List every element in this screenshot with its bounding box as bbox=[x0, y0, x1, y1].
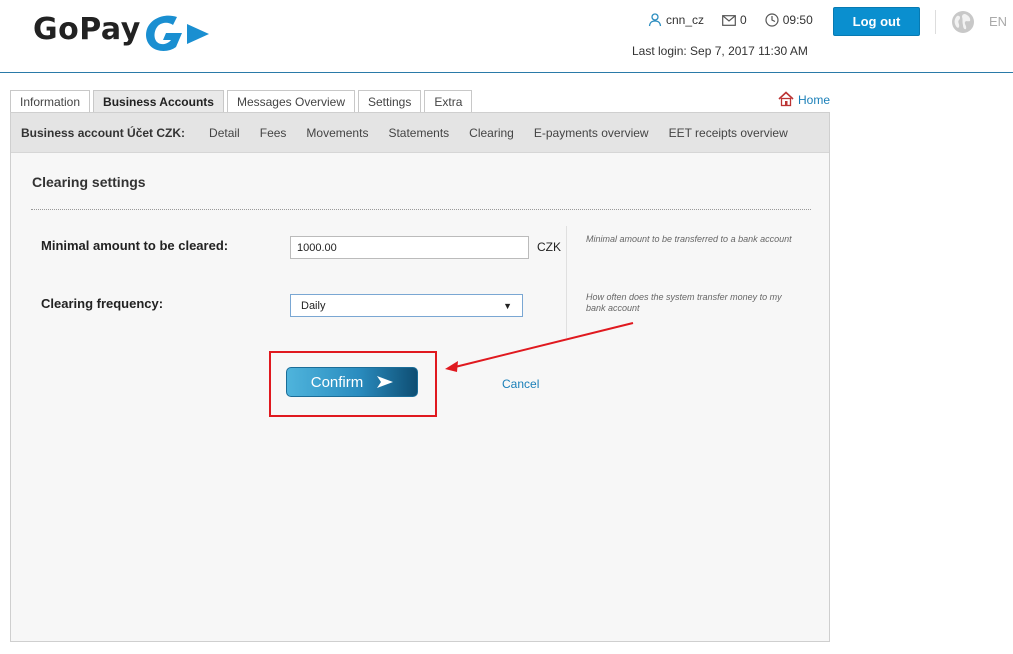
subnav-clearing[interactable]: Clearing bbox=[469, 126, 514, 140]
min-amount-help: Minimal amount to be transferred to a ba… bbox=[586, 234, 792, 244]
logo-text: GoPay bbox=[33, 12, 141, 47]
main-tabs: Information Business Accounts Messages O… bbox=[10, 90, 475, 113]
account-subnav: Business account Účet CZK: Detail Fees M… bbox=[11, 113, 829, 153]
frequency-value: Daily bbox=[301, 299, 326, 312]
home-link[interactable]: Home bbox=[778, 91, 830, 107]
globe-icon[interactable] bbox=[951, 10, 975, 34]
section-title: Clearing settings bbox=[32, 174, 146, 190]
currency-unit: CZK bbox=[537, 240, 561, 254]
cancel-link[interactable]: Cancel bbox=[502, 377, 539, 391]
messages-count: 0 bbox=[740, 13, 747, 27]
section-divider bbox=[31, 209, 811, 210]
last-login: Last login: Sep 7, 2017 11:30 AM bbox=[632, 44, 808, 58]
header: GoPay cnn_cz 0 09:50 Last login: Sep 7, … bbox=[0, 0, 1013, 73]
subnav-detail[interactable]: Detail bbox=[209, 126, 240, 140]
home-label: Home bbox=[798, 93, 831, 107]
tab-business-accounts[interactable]: Business Accounts bbox=[93, 90, 224, 113]
tab-settings[interactable]: Settings bbox=[358, 90, 422, 113]
content-panel: Business account Účet CZK: Detail Fees M… bbox=[10, 112, 830, 642]
logout-button[interactable]: Log out bbox=[833, 7, 920, 36]
help-column-divider bbox=[566, 226, 567, 338]
clock-icon bbox=[765, 13, 779, 27]
min-amount-label: Minimal amount to be cleared: bbox=[41, 238, 229, 253]
session-time: 09:50 bbox=[782, 13, 813, 27]
messages-item[interactable]: 0 bbox=[722, 13, 747, 27]
user-item[interactable]: cnn_cz bbox=[648, 13, 704, 27]
subnav-fees[interactable]: Fees bbox=[260, 126, 287, 140]
tab-messages-overview[interactable]: Messages Overview bbox=[226, 90, 355, 113]
annotation-highlight-box bbox=[269, 351, 437, 417]
account-label: Business account Účet CZK: bbox=[21, 125, 186, 140]
gopay-logo[interactable]: GoPay bbox=[33, 12, 141, 47]
home-icon bbox=[778, 91, 794, 107]
envelope-icon bbox=[722, 14, 736, 26]
subnav-movements[interactable]: Movements bbox=[306, 126, 368, 140]
gopay-g-logo-icon bbox=[146, 15, 209, 51]
user-icon bbox=[648, 13, 662, 27]
tab-extra[interactable]: Extra bbox=[424, 90, 473, 113]
tab-information[interactable]: Information bbox=[10, 90, 91, 113]
min-amount-input[interactable]: 1000.00 bbox=[290, 236, 529, 259]
user-bar: cnn_cz 0 09:50 bbox=[648, 13, 831, 27]
clock-item: 09:50 bbox=[765, 13, 813, 27]
subnav-eet-receipts-overview[interactable]: EET receipts overview bbox=[669, 126, 788, 140]
frequency-help: How often does the system transfer money… bbox=[586, 292, 782, 313]
language-selector[interactable]: EN bbox=[989, 14, 1007, 29]
frequency-label: Clearing frequency: bbox=[41, 296, 164, 311]
header-divider bbox=[935, 10, 936, 34]
subnav-statements[interactable]: Statements bbox=[388, 126, 449, 140]
dropdown-arrow-icon: ▼ bbox=[503, 300, 512, 311]
username: cnn_cz bbox=[666, 13, 705, 27]
frequency-select[interactable]: Daily ▼ bbox=[290, 294, 523, 317]
subnav-e-payments-overview[interactable]: E-payments overview bbox=[534, 126, 649, 140]
